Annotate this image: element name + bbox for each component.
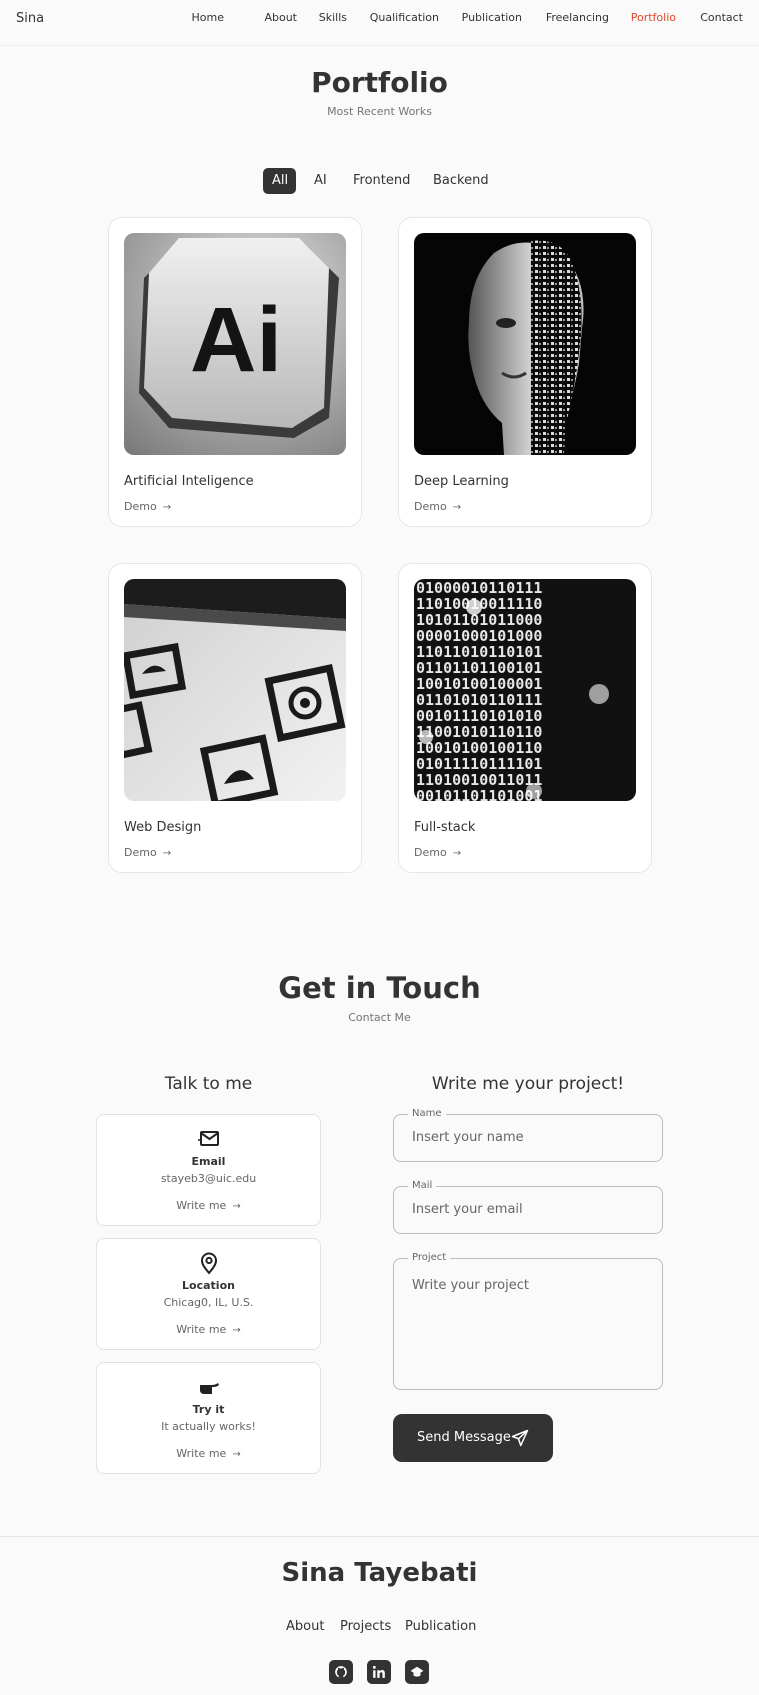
filter-ai[interactable]: AI: [305, 168, 335, 194]
email-label: Email: [191, 1155, 226, 1168]
demo-link[interactable]: Demo →: [124, 846, 171, 859]
name-field[interactable]: Name Insert your name: [393, 1108, 663, 1162]
try-it-value: It actually works!: [161, 1420, 256, 1433]
mail-icon: [97, 1127, 320, 1151]
footer-link-projects[interactable]: Projects: [340, 1619, 391, 1634]
arrow-right-icon: →: [232, 1201, 241, 1212]
filter-backend[interactable]: Backend: [424, 168, 496, 194]
nav-publication[interactable]: Publication: [462, 11, 522, 24]
scholar-icon[interactable]: [405, 1660, 429, 1684]
demo-link[interactable]: Demo →: [124, 500, 171, 513]
mail-input[interactable]: Insert your email: [412, 1202, 523, 1217]
project-card: Ai Artificial Inteligence Demo →: [108, 217, 362, 527]
nav-qualification[interactable]: Qualification: [370, 11, 439, 24]
nav-about[interactable]: About: [264, 11, 297, 24]
svg-text:Ai: Ai: [190, 289, 282, 391]
footer-link-about[interactable]: About: [286, 1619, 324, 1634]
portfolio-filters: All AI Frontend Backend: [0, 168, 759, 194]
email-card: Email stayeb3@uic.edu Write me →: [96, 1114, 321, 1226]
project-card: 01000010110111 11010010011110 1010110101…: [398, 563, 652, 873]
arrow-right-icon: →: [162, 848, 172, 859]
send-message-button[interactable]: Send Message: [393, 1414, 553, 1462]
nav-portfolio[interactable]: Portfolio: [631, 11, 676, 24]
site-logo[interactable]: Sina: [16, 11, 44, 26]
arrow-right-icon: →: [452, 502, 462, 513]
arrow-right-icon: →: [232, 1325, 241, 1336]
name-input[interactable]: Insert your name: [412, 1130, 524, 1145]
filter-frontend[interactable]: Frontend: [344, 168, 416, 194]
talk-title: Talk to me: [164, 1074, 253, 1094]
project-title: Artificial Inteligence: [124, 474, 254, 489]
pointing-hand-icon: [97, 1375, 320, 1399]
github-icon[interactable]: [329, 1660, 353, 1684]
nav-contact[interactable]: Contact: [700, 11, 743, 24]
arrow-right-icon: →: [452, 848, 462, 859]
try-it-label: Try it: [192, 1403, 225, 1416]
svg-text:00101101101001: 00101101101001: [416, 787, 542, 801]
header: Sina Home About Skills Qualification Pub…: [0, 0, 759, 46]
arrow-right-icon: →: [232, 1449, 241, 1460]
portfolio-title: Portfolio: [311, 66, 448, 99]
project-title: Deep Learning: [414, 474, 509, 489]
footer-divider: [0, 1536, 759, 1537]
email-value: stayeb3@uic.edu: [160, 1172, 257, 1185]
project-form-title: Write me your project!: [431, 1074, 625, 1094]
project-field-label: Project: [408, 1252, 451, 1264]
send-button-label: Send Message: [417, 1430, 511, 1445]
web-icons-image: [124, 579, 346, 801]
write-me-link[interactable]: Write me →: [97, 1447, 320, 1460]
name-field-label: Name: [408, 1108, 446, 1120]
arrow-right-icon: →: [162, 502, 172, 513]
location-value: Chicag0, IL, U.S.: [163, 1296, 254, 1309]
location-card: Location Chicag0, IL, U.S. Write me →: [96, 1238, 321, 1350]
send-icon: [511, 1429, 529, 1447]
write-me-link[interactable]: Write me →: [97, 1199, 320, 1212]
portfolio-subtitle: Most Recent Works: [327, 105, 432, 118]
ai-logo-image: Ai: [124, 233, 346, 455]
linkedin-icon[interactable]: [367, 1660, 391, 1684]
write-me-link[interactable]: Write me →: [97, 1323, 320, 1336]
demo-link[interactable]: Demo →: [414, 500, 461, 513]
digital-head-image: [414, 233, 636, 455]
mail-field-label: Mail: [408, 1180, 437, 1192]
project-title: Web Design: [124, 820, 202, 835]
contact-subtitle: Contact Me: [348, 1011, 411, 1024]
binary-code-image: 01000010110111 11010010011110 1010110101…: [414, 579, 636, 801]
demo-link[interactable]: Demo →: [414, 846, 461, 859]
project-field[interactable]: Project Write your project: [393, 1252, 663, 1390]
footer-title: Sina Tayebati: [281, 1558, 478, 1588]
footer-link-publication[interactable]: Publication: [405, 1619, 476, 1634]
project-card: Deep Learning Demo →: [398, 217, 652, 527]
contact-title: Get in Touch: [278, 971, 481, 1005]
project-card: Web Design Demo →: [108, 563, 362, 873]
filter-all[interactable]: All: [263, 168, 296, 194]
nav-home[interactable]: Home: [192, 11, 224, 24]
try-it-card: Try it It actually works! Write me →: [96, 1362, 321, 1474]
map-pin-icon: [97, 1251, 320, 1275]
project-title: Full-stack: [414, 820, 476, 835]
mail-field[interactable]: Mail Insert your email: [393, 1180, 663, 1234]
project-textarea[interactable]: Write your project: [412, 1278, 529, 1293]
nav-freelancing[interactable]: Freelancing: [546, 11, 609, 24]
location-label: Location: [182, 1279, 235, 1292]
nav-skills[interactable]: Skills: [319, 11, 347, 24]
